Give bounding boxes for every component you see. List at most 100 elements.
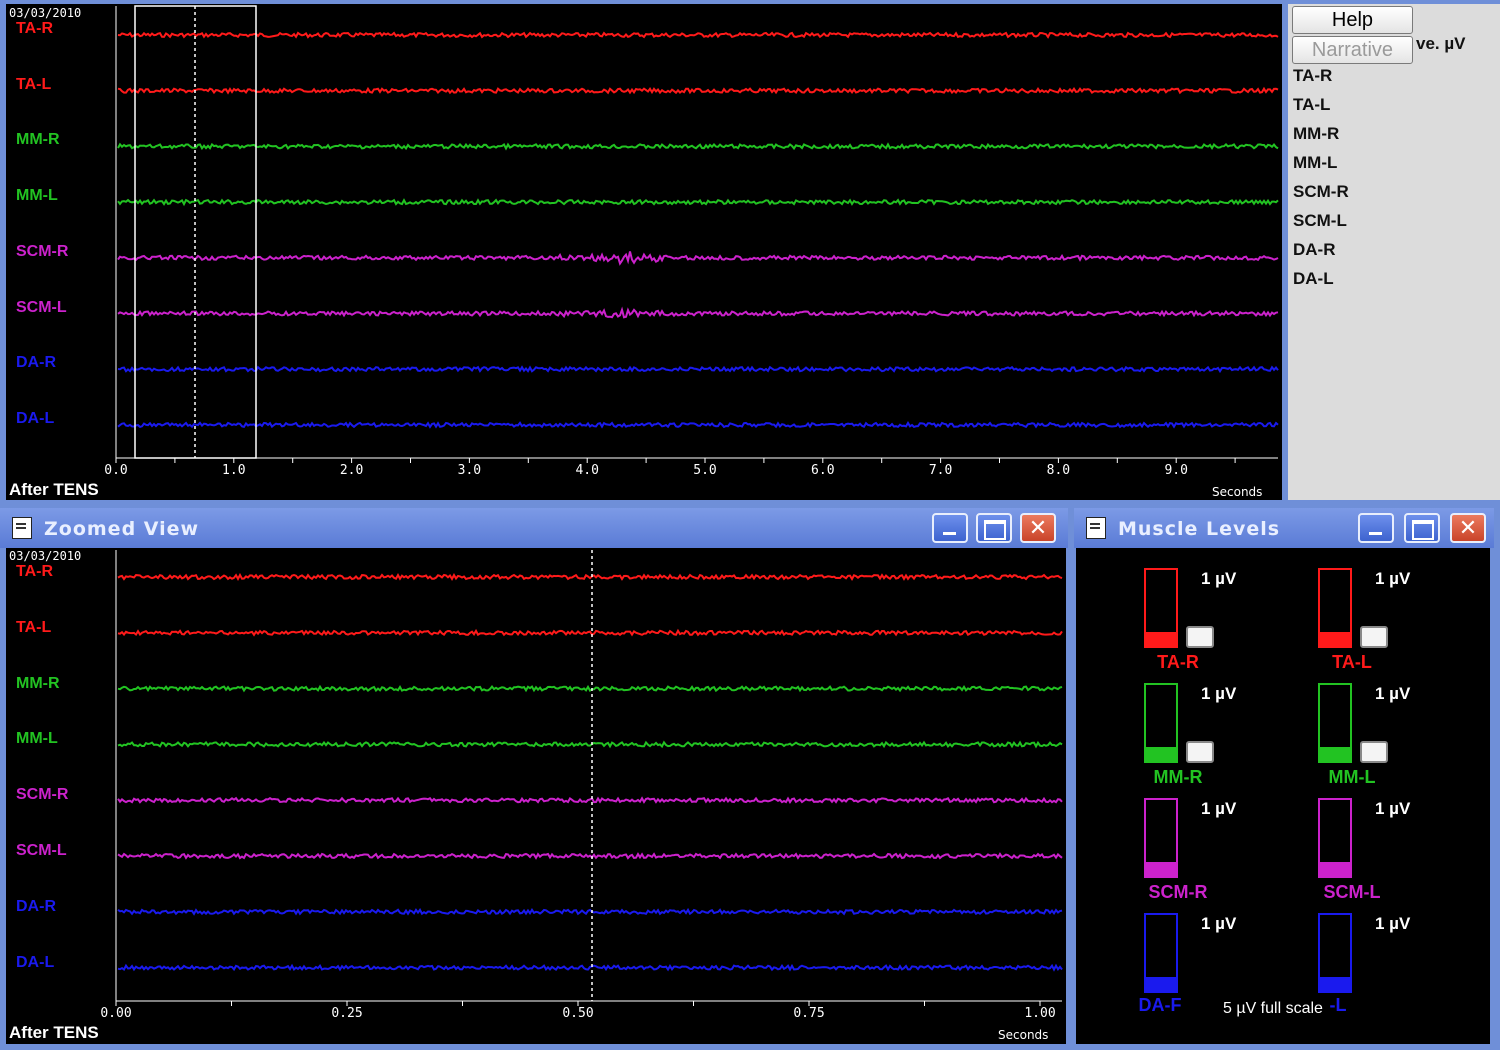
side-item-ta-l[interactable]: TA-L <box>1293 95 1330 115</box>
level-value: 1 µV <box>1201 569 1237 588</box>
trace-ta-r <box>117 31 1279 39</box>
level-value: 1 µV <box>1375 684 1411 703</box>
trace-da-r <box>117 365 1279 374</box>
level-meter-ta-r <box>1144 568 1178 648</box>
side-item-mm-r[interactable]: MM-R <box>1293 124 1339 144</box>
minimize-button[interactable] <box>932 513 968 543</box>
level-checkbox[interactable] <box>1186 626 1214 648</box>
tick-label: 3.0 <box>457 463 482 478</box>
level-meter-scm-l <box>1318 798 1352 878</box>
level-meter-fill <box>1146 976 1176 991</box>
side-item-scm-l[interactable]: SCM-L <box>1293 211 1347 231</box>
side-item-da-l[interactable]: DA-L <box>1293 269 1334 289</box>
level-checkbox[interactable] <box>1186 741 1214 763</box>
tick-label: 2.0 <box>339 463 364 478</box>
zoomed-trace-mm-r <box>117 684 1063 693</box>
level-meter-fill <box>1146 631 1176 646</box>
level-checkbox[interactable] <box>1360 741 1388 763</box>
help-button[interactable]: Help <box>1292 6 1413 34</box>
level-channel-name: MM-R <box>1153 767 1203 787</box>
side-panel-header: ve. µV <box>1416 34 1466 53</box>
level-value: 1 µV <box>1375 569 1411 588</box>
close-button[interactable]: ✕ <box>1450 513 1486 543</box>
zoomed-tick-label: 0.50 <box>562 1006 594 1021</box>
document-icon <box>1086 517 1106 539</box>
zoomed-trace-scm-r <box>117 796 1063 805</box>
tick-label: 0.0 <box>104 463 128 478</box>
maximize-button[interactable] <box>1404 513 1440 543</box>
level-channel-name: DA-F <box>1138 995 1182 1015</box>
narrative-button[interactable]: Narrative <box>1292 36 1413 64</box>
close-button[interactable]: ✕ <box>1020 513 1056 543</box>
side-item-mm-l[interactable]: MM-L <box>1293 153 1337 173</box>
minimize-icon <box>943 532 956 535</box>
level-meter--l <box>1318 913 1352 993</box>
trace-ta-l <box>117 86 1279 95</box>
level-value: 1 µV <box>1201 684 1237 703</box>
level-value: 1 µV <box>1375 799 1411 818</box>
zoomed-trace-da-r <box>117 907 1063 916</box>
emg-overview-panel: 03/03/2010 TA-R TA-L MM-R MM-L SCM-R SCM-L DA-… <box>6 4 1282 500</box>
level-meter-fill <box>1146 861 1176 876</box>
zoomed-trace-mm-l <box>117 740 1063 749</box>
tick-label: 6.0 <box>811 463 835 478</box>
tick-label: 1.0 <box>222 463 246 478</box>
condition-label: After TENS <box>9 480 99 499</box>
document-icon <box>12 517 32 539</box>
level-value: 1 µV <box>1375 914 1411 933</box>
level-channel-name: MM-L <box>1328 767 1376 787</box>
level-meter-mm-r <box>1144 683 1178 763</box>
level-meter-fill <box>1320 861 1350 876</box>
level-value: 1 µV <box>1201 914 1237 933</box>
level-channel-name: SCM-L <box>1323 882 1381 902</box>
full-scale-label: 5 µV full scale <box>1223 1000 1323 1017</box>
tick-label: 4.0 <box>575 463 599 478</box>
tick-label: 5.0 <box>693 463 717 478</box>
muscle-levels-panel: 1 µV TA-R 1 µV TA-L 1 µV MM-R 1 µV MM-L 1 µV SCM-… <box>1076 548 1490 1044</box>
zoomed-x-axis-units: Seconds <box>998 1028 1049 1042</box>
maximize-icon <box>984 520 1006 540</box>
zoomed-view-titlebar[interactable]: Zoomed View ✕ <box>0 508 1068 548</box>
level-meter-scm-r <box>1144 798 1178 878</box>
zoomed-trace-scm-l <box>117 852 1063 860</box>
minimize-button[interactable] <box>1358 513 1394 543</box>
level-meter-da-f <box>1144 913 1178 993</box>
level-value: 1 µV <box>1201 799 1237 818</box>
side-item-da-r[interactable]: DA-R <box>1293 240 1336 260</box>
level-meter-ta-l <box>1318 568 1352 648</box>
zoomed-trace-ta-l <box>117 628 1063 637</box>
maximize-button[interactable] <box>976 513 1012 543</box>
emg-zoomed-plot[interactable] <box>6 548 1066 1044</box>
zoomed-view-title: Zoomed View <box>44 518 200 540</box>
zoomed-trace-da-l <box>117 963 1063 972</box>
muscle-levels-title: Muscle Levels <box>1118 518 1281 540</box>
tick-label: 8.0 <box>1046 463 1071 478</box>
zoomed-condition-label: After TENS <box>9 1023 99 1042</box>
zoomed-tick-label: 0.75 <box>793 1006 825 1021</box>
zoomed-trace-ta-r <box>117 572 1063 582</box>
trace-scm-r <box>117 251 1279 266</box>
trace-da-l <box>117 421 1279 429</box>
level-channel-name: SCM-R <box>1148 882 1208 902</box>
level-channel-name: TA-R <box>1157 652 1199 672</box>
side-item-scm-r[interactable]: SCM-R <box>1293 182 1349 202</box>
level-checkbox[interactable] <box>1360 626 1388 648</box>
zoomed-tick-label: 1.00 <box>1024 1006 1056 1021</box>
muscle-levels-titlebar[interactable]: Muscle Levels ✕ <box>1074 508 1494 548</box>
maximize-icon <box>1412 520 1434 540</box>
trace-mm-l <box>117 198 1279 207</box>
close-icon: ✕ <box>1028 516 1048 541</box>
level-channel-name: -L <box>1329 995 1347 1015</box>
tick-label: 9.0 <box>1164 463 1188 478</box>
side-item-ta-r[interactable]: TA-R <box>1293 66 1332 86</box>
zoomed-view-panel: 03/03/2010 TA-R TA-L MM-R MM-L SCM-R SCM-L DA-… <box>6 548 1066 1044</box>
trace-mm-r <box>117 142 1279 151</box>
zoomed-tick-label: 0.00 <box>100 1006 132 1021</box>
x-axis-units: Seconds <box>1212 485 1263 499</box>
level-meter-fill <box>1320 976 1350 991</box>
close-icon: ✕ <box>1458 516 1478 541</box>
level-meter-mm-l <box>1318 683 1352 763</box>
emg-overview-plot[interactable] <box>6 4 1282 500</box>
level-channel-name: TA-L <box>1332 652 1372 672</box>
level-meter-fill <box>1146 746 1176 761</box>
